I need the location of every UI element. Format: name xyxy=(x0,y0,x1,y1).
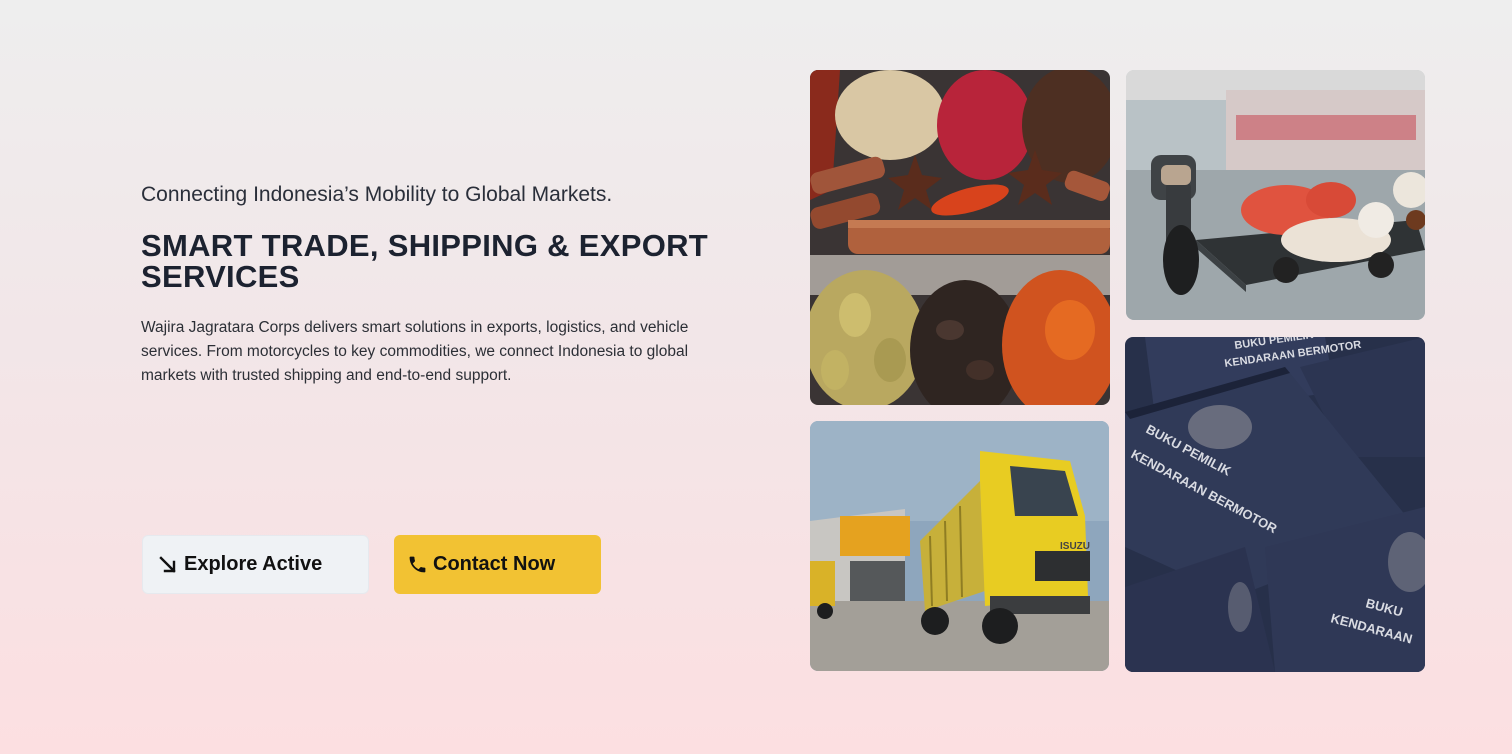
hero-headline: SMART TRADE, SHIPPING & EXPORT SERVICES xyxy=(141,228,709,294)
hero-description: Wajira Jagratara Corps delivers smart so… xyxy=(141,319,689,384)
vehicle-books-photo: BUKU PEMILIK KENDARAAN BERMOTOR BUKU PEM… xyxy=(1125,337,1425,672)
explore-active-label: Explore Active xyxy=(184,553,323,575)
truck-brand-text: ISUZU xyxy=(1060,541,1090,552)
arrow-down-right-icon xyxy=(157,554,179,576)
hero-text-block: Connecting Indonesia’s Mobility to Globa… xyxy=(141,178,741,388)
spices-photo xyxy=(810,70,1110,405)
motorcycle-showroom-photo xyxy=(1126,70,1425,320)
contact-now-label: Contact Now xyxy=(433,553,556,575)
hero-tagline: Connecting Indonesia’s Mobility to Globa… xyxy=(141,183,613,206)
hero-buttons: Explore Active Contact Now xyxy=(142,535,601,594)
explore-active-button[interactable]: Explore Active xyxy=(142,535,369,594)
phone-icon xyxy=(406,554,428,576)
contact-now-button[interactable]: Contact Now xyxy=(394,535,601,594)
truck-photo: ISUZU xyxy=(810,421,1109,671)
